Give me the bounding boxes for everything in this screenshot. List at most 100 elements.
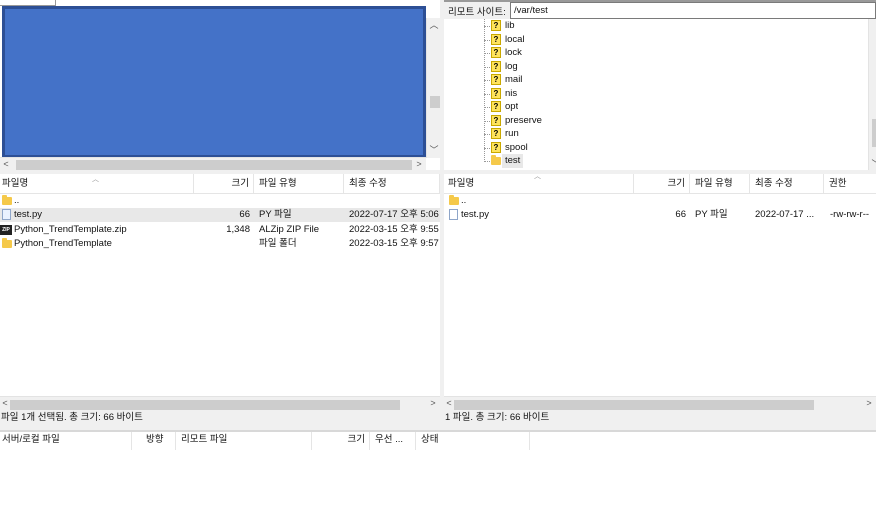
scroll-down-icon[interactable]: ﹀ xyxy=(429,145,439,155)
list-item[interactable]: Python_TrendTemplate 파일 폴더 2022-03-15 오후 9… xyxy=(0,237,440,251)
local-tree-vscrollbar[interactable]: ︿ ﹀ xyxy=(426,18,440,158)
column-header-modified[interactable]: 최종 수정 xyxy=(344,174,440,194)
tree-item-label: run xyxy=(505,128,519,139)
remote-status-bar: 1 파일. 총 크기: 66 바이트 xyxy=(444,410,876,425)
cell-name: test.py xyxy=(461,209,489,220)
zip-file-icon: ZIP xyxy=(0,224,12,235)
tree-item-label: mail xyxy=(505,74,523,85)
tree-item-preserve[interactable]: ? preserve xyxy=(444,114,864,128)
question-folder-icon: ? xyxy=(491,60,501,72)
tree-item-spool[interactable]: ? spool xyxy=(444,141,864,155)
local-tree-panel[interactable]: ︿ ﹀ < > xyxy=(0,0,440,170)
scroll-left-icon[interactable]: < xyxy=(0,398,10,408)
tree-item-lib[interactable]: ? lib xyxy=(444,19,864,33)
scroll-right-icon[interactable]: > xyxy=(428,398,438,408)
scroll-down-icon[interactable]: ﹀ xyxy=(871,159,876,169)
remote-list-hscrollbar[interactable]: < > xyxy=(444,396,876,410)
column-header-status[interactable]: 상태 xyxy=(416,432,530,450)
list-item[interactable]: test.py 66 PY 파일 2022-07-17 ... -rw-rw-r-- xyxy=(444,208,876,222)
cell-type: PY 파일 xyxy=(259,209,292,220)
list-item-parent[interactable]: .. xyxy=(0,194,440,208)
sort-indicator-icon: ︿ xyxy=(534,173,541,180)
remote-tree-vscroll-thumb[interactable] xyxy=(872,119,876,147)
remote-tree-panel[interactable]: 리모트 사이트: /var/test ? lib? local? lock? log? m… xyxy=(444,0,876,170)
remote-list-hscroll-thumb[interactable] xyxy=(454,400,814,410)
tree-item-label: log xyxy=(505,60,518,72)
local-tree-hscrollbar[interactable]: < > xyxy=(0,157,426,170)
cell-perms: -rw-rw-r-- xyxy=(830,209,870,220)
question-folder-icon: ? xyxy=(491,101,501,112)
folder-icon xyxy=(491,155,501,165)
local-tree-hscroll-thumb[interactable] xyxy=(16,160,412,170)
scroll-right-icon[interactable]: > xyxy=(864,398,874,408)
local-tree-redacted-block xyxy=(2,6,426,158)
local-list-hscrollbar[interactable]: < > xyxy=(0,396,440,410)
remote-site-label: 리모트 사이트: xyxy=(448,7,506,18)
tree-item-lock[interactable]: ? lock xyxy=(444,46,864,60)
cell-size: 1,348 xyxy=(226,223,250,235)
column-header-permissions[interactable]: 권한 xyxy=(824,174,876,194)
tree-item-label: spool xyxy=(505,141,528,153)
question-folder-icon: ? xyxy=(491,20,501,31)
question-folder-icon: ? xyxy=(491,114,501,126)
transfer-queue[interactable]: 서버/로컬 파일 방향 리모트 파일 크기 우선 ... 상태 xyxy=(0,432,876,507)
local-list-header: 파일명 ︿ 크기 파일 유형 최종 수정 xyxy=(0,174,440,194)
column-header-size[interactable]: 크기 xyxy=(194,174,254,194)
local-list-hscroll-thumb[interactable] xyxy=(10,400,400,410)
cell-type: PY 파일 xyxy=(695,209,728,220)
question-folder-icon: ? xyxy=(491,33,501,45)
scroll-left-icon[interactable]: < xyxy=(444,398,454,408)
folder-icon xyxy=(449,195,459,205)
list-item[interactable]: test.py 66 PY 파일 2022-07-17 오후 5:06 xyxy=(0,208,440,222)
scroll-right-icon[interactable]: > xyxy=(414,159,424,169)
sort-indicator-icon: ︿ xyxy=(92,176,99,183)
remote-tree[interactable]: ? lib? local? lock? log? mail? nis? opt? preserv… xyxy=(444,19,870,170)
tree-item-local[interactable]: ? local xyxy=(444,33,864,47)
list-item-parent[interactable]: .. xyxy=(444,194,876,208)
parent-dir-label: .. xyxy=(461,195,467,206)
tree-item-mail[interactable]: ? mail xyxy=(444,73,864,87)
cell-name: Python_TrendTemplate xyxy=(14,238,112,249)
tree-item-label: preserve xyxy=(505,114,542,126)
tree-item-label: local xyxy=(505,33,525,45)
question-folder-icon: ? xyxy=(491,47,501,58)
parent-dir-label: .. xyxy=(14,195,20,206)
column-header-type[interactable]: 파일 유형 xyxy=(690,174,750,194)
cell-modified: 2022-07-17 오후 5:06 xyxy=(349,209,439,220)
column-header-direction[interactable]: 방향 xyxy=(132,432,176,450)
tree-item-nis[interactable]: ? nis xyxy=(444,87,864,101)
scroll-left-icon[interactable]: < xyxy=(1,159,11,169)
tree-item-log[interactable]: ? log xyxy=(444,60,864,74)
tree-item-label: nis xyxy=(505,87,518,99)
question-folder-icon: ? xyxy=(491,141,501,153)
local-status-bar: 파일 1개 선택됨. 총 크기: 66 바이트 xyxy=(0,410,440,425)
tree-item-run[interactable]: ? run xyxy=(444,127,864,141)
cell-modified: 2022-03-15 오후 9:57 xyxy=(349,238,439,249)
column-header-modified[interactable]: 최종 수정 xyxy=(750,174,824,194)
tree-item-label: test xyxy=(502,154,524,168)
tree-item-opt[interactable]: ? opt xyxy=(444,100,864,114)
cell-name: Python_TrendTemplate.zip xyxy=(14,223,127,235)
scroll-up-icon[interactable]: ︿ xyxy=(429,20,439,30)
remote-list-header: 파일명 ︿ 크기 파일 유형 최종 수정 권한 xyxy=(444,173,876,194)
remote-tree-vscrollbar[interactable]: ﹀ xyxy=(868,19,876,170)
folder-icon xyxy=(2,195,12,205)
remote-site-path-input[interactable]: /var/test xyxy=(510,2,876,19)
remote-site-path: /var/test xyxy=(514,5,548,16)
local-file-list[interactable]: 파일명 ︿ 크기 파일 유형 최종 수정 .. test.py 66 PY 파일 20… xyxy=(0,174,440,410)
list-item[interactable]: ZIP Python_TrendTemplate.zip 1,348 ALZip ZI… xyxy=(0,223,440,237)
remote-file-list[interactable]: 파일명 ︿ 크기 파일 유형 최종 수정 권한 .. test.py 66 PY 파… xyxy=(444,173,876,410)
python-file-icon xyxy=(2,209,11,220)
column-header-type[interactable]: 파일 유형 xyxy=(254,174,344,194)
column-header-priority[interactable]: 우선 ... xyxy=(370,432,416,450)
column-header-size[interactable]: 크기 xyxy=(312,432,370,450)
cell-type: ALZip ZIP File xyxy=(259,223,320,235)
file-icon xyxy=(449,209,458,220)
tree-item-test[interactable]: test xyxy=(444,154,864,168)
local-tree-vscroll-thumb[interactable] xyxy=(430,96,440,108)
column-header-remote-file[interactable]: 리모트 파일 xyxy=(176,432,312,450)
cell-size: 66 xyxy=(239,209,250,220)
cell-size: 66 xyxy=(675,209,686,220)
column-header-size[interactable]: 크기 xyxy=(634,174,690,194)
column-header-server-file[interactable]: 서버/로컬 파일 xyxy=(0,432,132,450)
